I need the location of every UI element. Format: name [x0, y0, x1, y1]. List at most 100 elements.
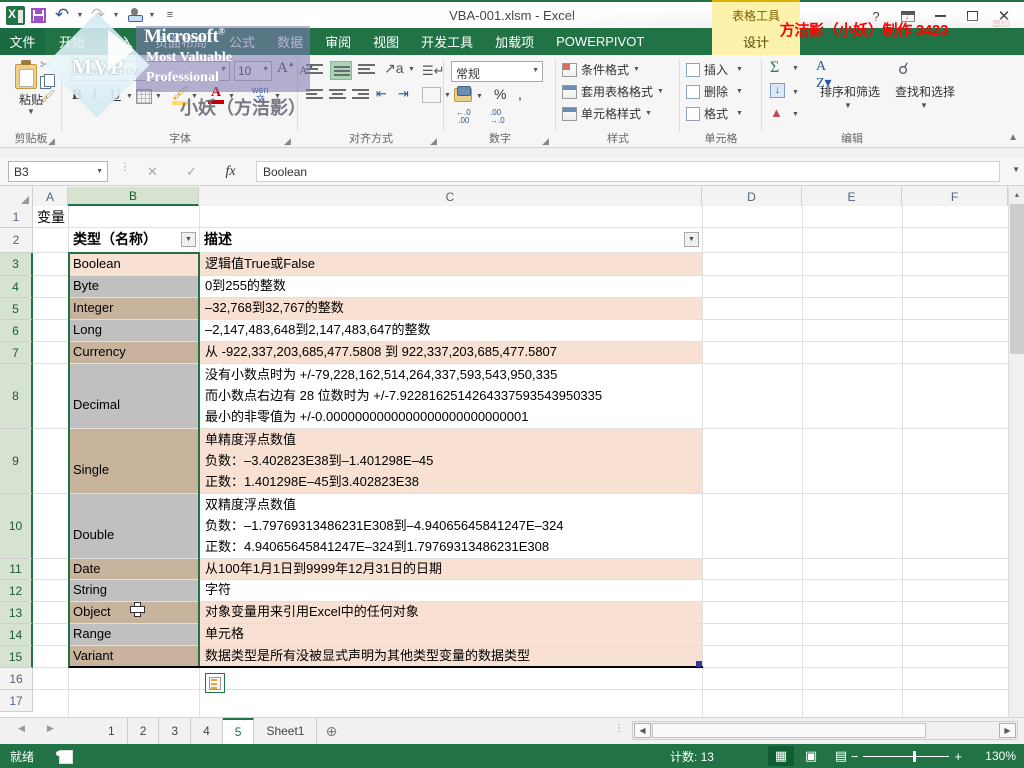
row-header-1[interactable]: 1	[0, 206, 33, 228]
find-select-chevron-down-icon[interactable]: ▼	[920, 101, 928, 110]
font-name-chevron-down-icon[interactable]: ▼	[220, 66, 227, 73]
sheet-tab-4[interactable]: 4	[191, 718, 223, 744]
cell-styles-button[interactable]: 单元格样式 ▼	[562, 105, 652, 122]
row-header-14[interactable]: 14	[0, 624, 33, 646]
select-all-corner[interactable]	[0, 187, 33, 206]
format-painter-icon[interactable]	[40, 89, 55, 105]
row-header-6[interactable]: 6	[0, 320, 33, 342]
sheet-tab-1[interactable]: 1	[96, 718, 128, 744]
clear-icon[interactable]: ▲	[770, 105, 783, 120]
row-header-13[interactable]: 13	[0, 602, 33, 624]
page-layout-view-icon[interactable]: ▣	[798, 746, 824, 766]
row-header-17[interactable]: 17	[0, 690, 33, 712]
insert-chevron-down-icon[interactable]: ▼	[736, 66, 743, 73]
find-select-icon[interactable]: ☌	[898, 59, 909, 79]
decrease-decimal-icon[interactable]: .00 →.0	[490, 109, 505, 125]
table-resize-handle[interactable]	[696, 661, 702, 667]
sheet-nav-next-icon[interactable]: ▶	[47, 723, 54, 734]
tab-home[interactable]: 开始	[48, 28, 96, 55]
column-header-d[interactable]: D	[702, 187, 802, 206]
comma-format-icon[interactable]: ,	[518, 86, 522, 102]
paste-options-button[interactable]	[205, 673, 225, 693]
percent-format-icon[interactable]: %	[494, 86, 506, 102]
fill-chevron-down-icon[interactable]: ▼	[792, 89, 799, 96]
tab-data[interactable]: 数据	[266, 28, 314, 55]
add-sheet-icon[interactable]: ⊕	[317, 718, 345, 745]
format-as-table-chevron-down-icon[interactable]: ▼	[657, 88, 664, 95]
find-select-label[interactable]: 查找和选择	[890, 83, 960, 100]
maximize-icon[interactable]	[956, 4, 988, 28]
row-header-4[interactable]: 4	[0, 276, 33, 298]
autosum-icon[interactable]: Σ	[770, 59, 779, 77]
font-color-icon[interactable]: A	[208, 86, 224, 104]
expand-formula-bar-icon[interactable]: ▼	[1012, 165, 1020, 174]
column-header-c[interactable]: C	[199, 187, 702, 206]
clipboard-dialog-launcher-icon[interactable]: ◢	[48, 136, 57, 146]
font-name-input[interactable]: Arial Narrow ▼	[70, 61, 230, 81]
conditional-formatting-chevron-down-icon[interactable]: ▼	[633, 66, 640, 73]
row-header-16[interactable]: 16	[0, 668, 33, 690]
tab-powerpivot[interactable]: POWERPIVOT	[545, 28, 655, 55]
delete-cells-button[interactable]: 删除 ▼	[686, 83, 743, 100]
row-header-10[interactable]: 10	[0, 494, 33, 559]
tab-formulas[interactable]: 公式	[218, 28, 266, 55]
number-dialog-launcher-icon[interactable]: ◢	[542, 136, 551, 146]
cancel-formula-icon[interactable]: ✕	[133, 161, 172, 182]
borders-chevron-down-icon[interactable]: ▼	[155, 93, 162, 100]
format-chevron-down-icon[interactable]: ▼	[736, 110, 743, 117]
sheet-tab-3[interactable]: 3	[159, 718, 192, 744]
increase-indent-icon[interactable]: ⇥	[398, 86, 409, 102]
align-bottom-icon[interactable]	[358, 64, 375, 77]
row-header-5[interactable]: 5	[0, 298, 33, 320]
name-box[interactable]: B3 ▼	[8, 161, 108, 182]
tab-insert[interactable]: 插入	[96, 28, 144, 55]
format-as-table-button[interactable]: 套用表格格式 ▼	[562, 83, 664, 100]
sort-filter-chevron-down-icon[interactable]: ▼	[844, 101, 852, 110]
clear-chevron-down-icon[interactable]: ▼	[792, 111, 799, 118]
tab-view[interactable]: 视图	[362, 28, 410, 55]
format-cells-button[interactable]: 格式 ▼	[686, 105, 743, 122]
row-header-15[interactable]: 15	[0, 646, 33, 668]
paste-dropdown-icon[interactable]: ▼	[0, 107, 62, 116]
row-header-12[interactable]: 12	[0, 580, 33, 602]
font-size-chevron-down-icon[interactable]: ▼	[262, 66, 269, 73]
zoom-slider-thumb[interactable]	[913, 750, 917, 762]
phonetic-chevron-down-icon[interactable]: ▼	[274, 93, 281, 100]
vertical-scrollbar[interactable]: ▲	[1008, 187, 1024, 717]
currency-chevron-down-icon[interactable]: ▼	[476, 93, 483, 100]
autosum-chevron-down-icon[interactable]: ▼	[792, 65, 799, 72]
fill-color-icon[interactable]	[172, 85, 189, 105]
name-box-chevron-down-icon[interactable]: ▼	[96, 168, 103, 175]
cell-a1[interactable]: 变量	[34, 208, 154, 227]
row-header-3[interactable]: 3	[0, 253, 33, 276]
align-right-icon[interactable]	[352, 89, 369, 102]
normal-view-icon[interactable]: ▦	[768, 746, 794, 766]
align-middle-icon[interactable]	[330, 61, 352, 80]
orientation-chevron-down-icon[interactable]: ▼	[408, 66, 415, 73]
tab-review[interactable]: 审阅	[314, 28, 362, 55]
italic-button[interactable]: I	[92, 87, 97, 104]
bold-button[interactable]: B	[72, 87, 82, 104]
confirm-formula-icon[interactable]: ✓	[172, 161, 211, 182]
fill-color-chevron-down-icon[interactable]: ▼	[191, 93, 198, 100]
column-header-b[interactable]: B	[68, 187, 199, 206]
currency-format-icon[interactable]	[454, 86, 472, 102]
horizontal-scrollbar-grip[interactable]: ⋮	[614, 724, 624, 734]
zoom-level-label[interactable]: 130%	[985, 749, 1016, 763]
vertical-scrollbar-thumb[interactable]	[1010, 204, 1024, 354]
orientation-icon[interactable]: ↗a	[384, 60, 404, 77]
scroll-right-icon[interactable]: ▶	[999, 723, 1016, 738]
column-header-f[interactable]: F	[902, 187, 1008, 206]
row-header-11[interactable]: 11	[0, 559, 33, 580]
grow-font-icon[interactable]: A▲	[277, 60, 295, 77]
number-format-select[interactable]: 常规 ▼	[451, 61, 543, 82]
tab-file[interactable]: 文件	[0, 28, 45, 55]
formula-input[interactable]: Boolean	[256, 161, 1000, 182]
delete-chevron-down-icon[interactable]: ▼	[736, 88, 743, 95]
align-left-icon[interactable]	[306, 89, 323, 102]
align-center-icon[interactable]	[329, 89, 346, 102]
scroll-left-icon[interactable]: ◀	[634, 723, 651, 738]
column-header-a[interactable]: A	[33, 187, 68, 206]
horizontal-scrollbar-thumb[interactable]	[652, 723, 926, 738]
font-size-input[interactable]: 10 ▼	[234, 61, 272, 81]
